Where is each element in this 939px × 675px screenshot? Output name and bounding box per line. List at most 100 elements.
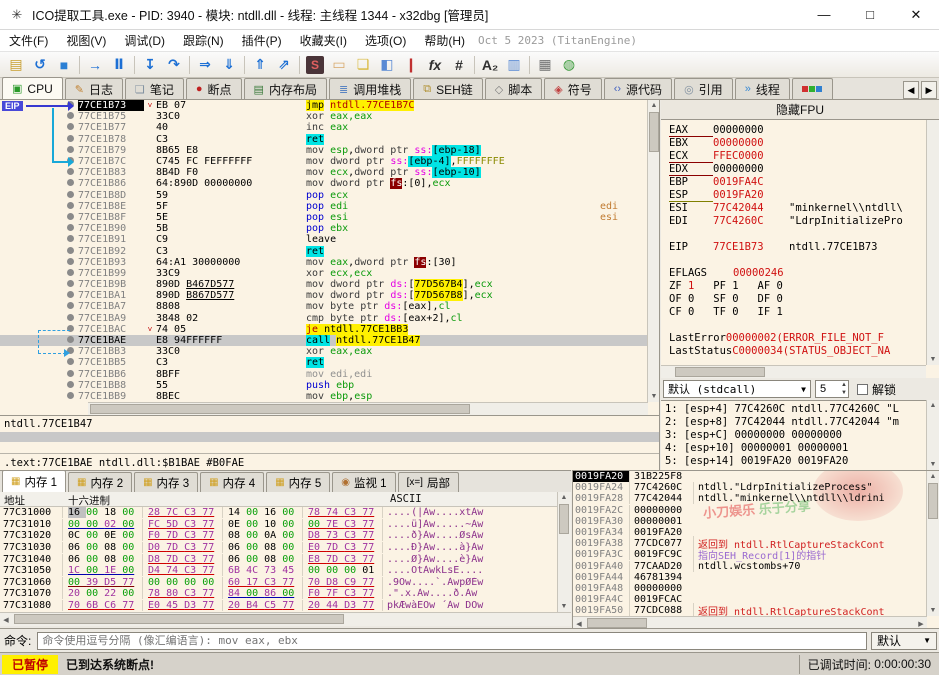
execute-till-return-icon[interactable]: ⇑: [248, 54, 272, 76]
tab-日志[interactable]: ✎ 日志: [64, 78, 123, 99]
stack-row[interactable]: 0019FA48 00000000: [573, 582, 939, 594]
disasm-row[interactable]: 77CE1B92 C3 ret: [0, 245, 648, 257]
disasm-row[interactable]: 77CE1BB6 8BFF mov edi,edi: [0, 369, 648, 380]
breakpoint-dot[interactable]: [67, 391, 74, 399]
breakpoint-dot[interactable]: [67, 358, 74, 366]
disasm-row[interactable]: 77CE1B73 ˅ EB 07 jmp ntdll.77CE1B7C: [0, 100, 648, 112]
argument-row[interactable]: 4: [esp+10] 00000001 00000001: [665, 442, 926, 455]
breakpoint-dot[interactable]: [67, 112, 74, 120]
command-mode-select[interactable]: 默认 ▼: [871, 631, 937, 650]
hash-icon[interactable]: #: [447, 54, 471, 76]
disasm-row[interactable]: 77CE1BAC ˅ 74 05 je ntdll.77CE1BB3: [0, 323, 648, 335]
strings-icon[interactable]: A₂: [478, 54, 502, 76]
dump-tab-监视1[interactable]: ◉ 监视 1: [332, 472, 396, 492]
stack-row[interactable]: 0019FA44 46781394: [573, 571, 939, 583]
scroll-up-arrow[interactable]: ▲: [558, 492, 570, 503]
scroll-up-arrow[interactable]: ▲: [648, 100, 659, 111]
stack-row[interactable]: 0019FA20 31B225F8: [573, 471, 939, 483]
breakpoint-dot[interactable]: [67, 145, 74, 153]
register-row[interactable]: EBP 0019FA4C: [669, 176, 925, 189]
scroll-down-arrow[interactable]: ▼: [927, 354, 939, 365]
dump-row[interactable]: 77C31030 06 00 08 00 D0 7D C3 77 06 00 08 0…: [0, 542, 557, 554]
disasm-row[interactable]: 77CE1BA1 890D B867D577 mov dword ptr ds:[7…: [0, 290, 648, 302]
tab-内存布局[interactable]: ▤ 内存布局: [243, 78, 327, 99]
calling-convention-select[interactable]: 默认 (stdcall) ▼: [663, 380, 811, 398]
flags-row[interactable]: CF 0 TF 0 IF 1: [669, 306, 925, 319]
disasm-row[interactable]: 77CE1BB8 55 push ebp: [0, 380, 648, 391]
run-to-user-code-icon[interactable]: ⇗: [272, 54, 296, 76]
stack-row[interactable]: 0019FA50 77CDC088 返回到 ntdll.RtlCaptureStac…: [573, 603, 939, 619]
registers-vertical-scrollbar[interactable]: ▼: [926, 120, 939, 365]
disasm-row[interactable]: 77CE1B7C C745 FC FEFFFFFF mov dword ptr ss…: [0, 156, 648, 168]
minimize-button[interactable]: —: [801, 0, 847, 29]
tab-scroll-right-arrow[interactable]: ▶: [921, 81, 937, 99]
patches-icon[interactable]: ▭: [327, 54, 351, 76]
menu-item-插[interactable]: 插件(P): [233, 30, 291, 52]
scroll-up-arrow[interactable]: ▲: [927, 471, 939, 482]
dump-tab-内存1[interactable]: ▦ 内存 1: [2, 470, 67, 492]
breakpoint-dot[interactable]: [67, 369, 74, 377]
breakpoint-dot[interactable]: [67, 179, 74, 187]
disasm-row[interactable]: 77CE1BB3 33C0 xor eax,eax: [0, 346, 648, 357]
tab-handles[interactable]: [791, 78, 833, 99]
trace-into-icon[interactable]: ⇒: [193, 54, 217, 76]
argument-row[interactable]: 3: [esp+C] 00000000 00000000: [665, 429, 926, 442]
disasm-row[interactable]: 77CE1BB9 8BEC mov ebp,esp: [0, 391, 648, 402]
comments-icon[interactable]: ❏: [351, 54, 375, 76]
register-row[interactable]: ESP 0019FA20: [669, 189, 925, 202]
register-row[interactable]: ESI 77C42044 "minkernel\\ntdll\: [669, 202, 925, 215]
arguments-vertical-scrollbar[interactable]: ▲ ▼: [926, 400, 939, 470]
lasterror-row[interactable]: LastError 00000002 (ERROR_FILE_NOT_F: [669, 332, 925, 345]
breakpoint-dot[interactable]: [67, 123, 74, 131]
breakpoint-dot[interactable]: [67, 134, 74, 142]
breakpoint-dot[interactable]: [67, 291, 74, 299]
disasm-row[interactable]: 77CE1BB5 C3 ret: [0, 357, 648, 369]
disasm-row[interactable]: 77CE1B91 C9 leave: [0, 234, 648, 245]
breakpoint-dot[interactable]: [67, 212, 74, 220]
breakpoint-dot[interactable]: [67, 190, 74, 198]
laststatus-row[interactable]: LastStatus C0000034 (STATUS_OBJECT_NA: [669, 345, 925, 358]
scroll-down-arrow[interactable]: ▼: [927, 459, 939, 470]
tab-符号[interactable]: ◈ 符号: [544, 78, 602, 99]
open-file-icon[interactable]: ▤: [4, 54, 28, 76]
dump-horizontal-scrollbar[interactable]: ◀: [0, 612, 571, 626]
dump-row[interactable]: 77C31010 00 00 02 00 FC 5D C3 77 0E 00 10 0…: [0, 518, 557, 531]
step-over-icon[interactable]: ↷: [162, 54, 186, 76]
breakpoint-dot[interactable]: [67, 246, 74, 254]
register-row[interactable]: EIP 77CE1B73 ntdll.77CE1B73: [669, 241, 925, 254]
tab-seh链[interactable]: ⧉ SEH链: [413, 78, 483, 99]
dump-row[interactable]: 77C31040 06 00 08 00 D8 7D C3 77 06 00 08 0…: [0, 553, 557, 565]
flags-row[interactable]: ZF 1 PF 1 AF 0: [669, 280, 925, 293]
seh-chain-icon[interactable]: S: [303, 54, 327, 76]
run-icon[interactable]: →: [83, 54, 107, 76]
stop-icon[interactable]: ■: [52, 54, 76, 76]
argument-row[interactable]: 2: [esp+8] 77C42044 ntdll.77C42044 "m: [665, 416, 926, 429]
register-row[interactable]: [669, 228, 925, 241]
disasm-row[interactable]: 77CE1B83 8B4D F0 mov ecx,dword ptr ss:[ebp…: [0, 167, 648, 179]
tab-源代码[interactable]: ‹› 源代码: [603, 78, 673, 99]
register-row[interactable]: EDX 00000000: [669, 163, 925, 176]
register-row[interactable]: EDI 77C4260C "LdrpInitializePro: [669, 215, 925, 228]
close-button[interactable]: ✕: [893, 0, 939, 29]
argument-row[interactable]: 5: [esp+14] 0019FA20 0019FA20: [665, 455, 926, 468]
maximize-button[interactable]: □: [847, 0, 893, 29]
eflags-row[interactable]: EFLAGS 00000246: [669, 267, 925, 280]
bookmarks-icon[interactable]: ❙: [399, 54, 423, 76]
breakpoint-dot[interactable]: [67, 336, 74, 344]
scroll-down-arrow[interactable]: ▼: [648, 391, 659, 402]
dump-row[interactable]: 77C31020 0C 00 0E 00 F0 7D C3 77 08 00 0A 0…: [0, 530, 557, 542]
tab-cpu[interactable]: ▣ CPU: [2, 77, 63, 99]
disasm-row[interactable]: 77CE1B75 33C0 xor eax,eax: [0, 111, 648, 122]
scroll-left-arrow[interactable]: ◀: [0, 614, 12, 625]
dump-tab-内存2[interactable]: ▦ 内存 2: [68, 472, 133, 492]
dump-row[interactable]: 77C31000 16 00 18 00 28 7C C3 77 14 00 16 0…: [0, 507, 557, 519]
dump-row[interactable]: 77C31080 70 6B C6 77 E0 45 D3 77 20 B4 C5 7…: [0, 600, 557, 612]
disasm-row[interactable]: 77CE1B9B 890D B467D577 mov dword ptr ds:[7…: [0, 279, 648, 291]
breakpoint-dot[interactable]: [67, 380, 74, 388]
tab-断点[interactable]: ● 断点: [185, 78, 242, 99]
dump-tab-内存3[interactable]: ▦ 内存 3: [134, 472, 199, 492]
argument-row[interactable]: 1: [esp+4] 77C4260C ntdll.77C4260C "L: [665, 403, 926, 416]
menu-item-视[interactable]: 视图(V): [57, 30, 115, 52]
disasm-row[interactable]: 77CE1BA9 3848 02 cmp byte ptr ds:[eax+2],c…: [0, 313, 648, 324]
scroll-down-arrow[interactable]: ▼: [558, 601, 570, 612]
